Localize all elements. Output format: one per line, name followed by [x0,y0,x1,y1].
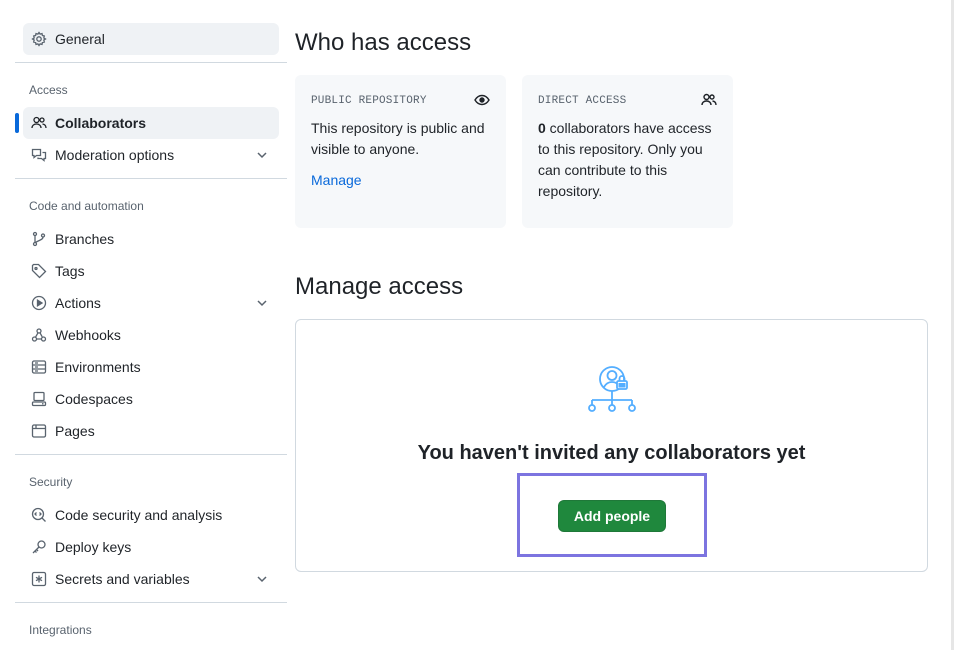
sidebar-item-pages[interactable]: Pages [23,415,279,447]
codespaces-icon [31,391,47,407]
sidebar-item-label: Deploy keys [55,539,132,555]
card-text: 0 collaborators have access to this repo… [538,118,723,202]
sidebar-divider [15,454,287,455]
person-lock-network-icon [585,364,641,416]
sidebar-item-label: Code security and analysis [55,507,223,523]
sidebar-item-codespaces[interactable]: Codespaces [23,383,279,415]
sidebar-item-code-security[interactable]: Code security and analysis [23,499,279,531]
empty-state-title: You haven't invited any collaborators ye… [417,442,806,464]
codescan-icon [31,507,47,523]
group-title-security: Security [29,475,73,489]
key-icon [31,539,47,555]
chevron-down-icon[interactable] [255,296,269,310]
sidebar-item-label: Actions [55,295,101,311]
card-heading: PUBLIC REPOSITORY [311,95,427,107]
tag-icon [31,263,47,279]
sidebar-item-environments[interactable]: Environments [23,351,279,383]
sidebar-item-label: Secrets and variables [55,571,190,587]
direct-access-card: DIRECT ACCESS 0 collaborators have acces… [522,75,733,228]
webhook-icon [31,327,47,343]
group-title-code-automation: Code and automation [29,199,144,213]
sidebar-item-tags[interactable]: Tags [23,255,279,287]
collaborator-count: 0 [538,120,546,136]
git-branch-icon [31,231,47,247]
chevron-down-icon[interactable] [255,148,269,162]
people-icon [31,115,47,131]
sidebar-item-collaborators[interactable]: Collaborators [15,107,279,139]
sidebar-divider [15,178,287,179]
sidebar-item-label: General [55,31,105,47]
sidebar-item-label: Codespaces [55,391,133,407]
sidebar-item-deploy-keys[interactable]: Deploy keys [23,531,279,563]
public-repository-card: PUBLIC REPOSITORY This repository is pub… [295,75,506,228]
sidebar-item-label: Moderation options [55,147,175,163]
card-heading: DIRECT ACCESS [538,95,627,107]
sidebar-item-secrets-variables[interactable]: Secrets and variables [23,563,279,595]
sidebar-item-label: Collaborators [55,115,147,131]
server-icon [31,359,47,375]
comment-discussion-icon [31,147,47,163]
manage-access-title: Manage access [295,273,464,300]
people-icon [701,92,717,108]
sidebar-item-label: Tags [55,263,85,279]
sidebar-item-label: Branches [55,231,115,247]
settings-sidebar: General Access Collaborators Moderation … [15,0,287,650]
play-icon [31,295,47,311]
sidebar-item-general[interactable]: General [23,23,279,55]
sidebar-divider [15,602,287,603]
chevron-down-icon[interactable] [255,572,269,586]
sidebar-item-webhooks[interactable]: Webhooks [23,319,279,351]
add-people-button[interactable]: Add people [558,500,666,532]
gear-icon [31,31,47,47]
sidebar-item-moderation-options[interactable]: Moderation options [23,139,279,171]
sidebar-item-label: Environments [55,359,141,375]
sidebar-divider [15,62,287,63]
key-asterisk-icon [31,571,47,587]
card-text: This repository is public and visible to… [311,120,485,157]
sidebar-item-actions[interactable]: Actions [23,287,279,319]
sidebar-item-branches[interactable]: Branches [23,223,279,255]
manage-link[interactable]: Manage [311,172,362,188]
eye-icon [474,92,490,108]
browser-icon [31,423,47,439]
card-text-rest: collaborators have access to this reposi… [538,120,712,199]
group-title-access: Access [29,83,68,97]
sidebar-item-label: Pages [55,423,95,439]
who-has-access-title: Who has access [295,29,472,56]
manage-access-box: You haven't invited any collaborators ye… [295,319,928,572]
sidebar-item-label: Webhooks [55,327,121,343]
group-title-integrations: Integrations [29,623,92,637]
